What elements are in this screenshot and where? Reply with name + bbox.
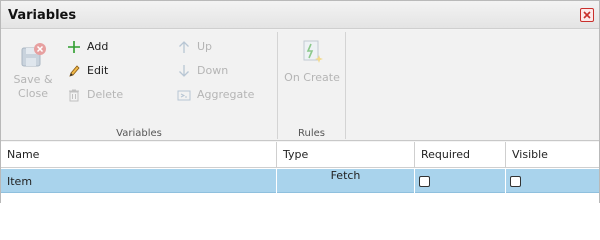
cell-type[interactable]: Fetch — [277, 169, 415, 193]
pencil-icon — [69, 65, 80, 77]
on-create-rule-icon — [303, 40, 323, 63]
edit-button[interactable]: Edit — [67, 61, 127, 81]
move-up-button[interactable]: Up — [177, 37, 237, 57]
delete-label: Delete — [87, 88, 124, 101]
table-row[interactable]: Item Fetch — [1, 169, 599, 193]
cell-name: Item — [1, 169, 277, 193]
save-icon — [21, 43, 46, 67]
column-header-name[interactable]: Name — [1, 142, 277, 168]
cell-visible — [506, 169, 599, 193]
column-header-type[interactable]: Type — [277, 142, 415, 168]
on-create-label: On Create — [284, 71, 340, 84]
close-button[interactable] — [580, 8, 594, 22]
ribbon-divider — [345, 32, 346, 139]
trash-icon — [69, 89, 79, 102]
variables-dialog: Variables Save & Close Add Edit Delete U… — [0, 0, 600, 203]
up-label: Up — [197, 40, 213, 53]
arrow-down-icon — [179, 65, 189, 77]
cell-type-text: Fetch — [330, 169, 361, 182]
move-down-button[interactable]: Down — [177, 61, 237, 81]
ribbon-group-label-rules: Rules — [298, 128, 325, 139]
save-close-label-line1: Save & — [13, 73, 53, 86]
window-title: Variables — [8, 8, 77, 23]
add-button[interactable]: Add — [67, 37, 127, 57]
down-label: Down — [197, 64, 229, 77]
grid-header: Name Type Required Visible — [1, 142, 599, 168]
cell-name-text: Item — [7, 175, 33, 188]
variables-grid: Name Type Required Visible Item Fetch — [1, 142, 599, 203]
add-label: Add — [87, 40, 109, 53]
edit-label: Edit — [87, 64, 109, 77]
title-bar: Variables — [1, 1, 599, 29]
column-header-visible[interactable]: Visible — [506, 142, 599, 168]
save-close-button[interactable]: Save & Close — [11, 40, 55, 101]
ribbon-group-variables: Save & Close Add Edit Delete Up Down Agg… — [1, 30, 277, 141]
save-close-label-line2: Close — [18, 87, 48, 100]
aggregate-icon — [177, 90, 191, 101]
aggregate-button[interactable]: Aggregate — [177, 85, 267, 105]
arrow-up-icon — [179, 41, 189, 53]
required-checkbox[interactable] — [419, 176, 430, 187]
close-icon — [583, 11, 591, 19]
column-header-required[interactable]: Required — [415, 142, 506, 168]
cell-required — [415, 169, 506, 193]
ribbon-group-rules: On Create Rules — [278, 30, 345, 141]
ribbon-toolbar: Save & Close Add Edit Delete Up Down Agg… — [1, 30, 599, 141]
visible-checkbox[interactable] — [510, 176, 521, 187]
aggregate-label: Aggregate — [197, 88, 255, 101]
delete-button[interactable]: Delete — [67, 85, 127, 105]
ribbon-group-label-variables: Variables — [116, 128, 162, 139]
plus-icon — [68, 41, 80, 53]
on-create-button[interactable]: On Create — [282, 38, 342, 85]
